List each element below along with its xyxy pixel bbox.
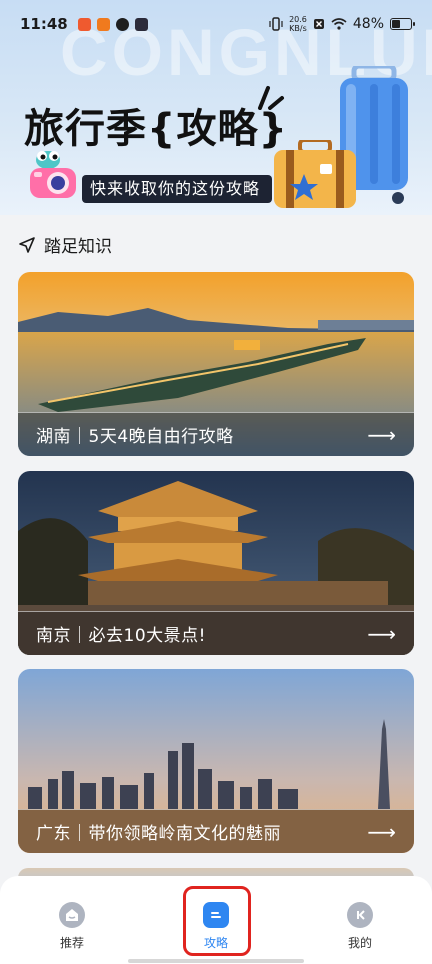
bottom-navigation: 推荐 攻略 我的 bbox=[0, 876, 432, 964]
nav-item-profile[interactable]: 我的 bbox=[320, 902, 400, 951]
guide-card-nanjing[interactable]: 南京｜必去10大景点! ⟶ bbox=[18, 471, 414, 655]
home-smile-icon bbox=[59, 902, 85, 928]
battery-icon bbox=[390, 18, 415, 30]
app-notification-icon bbox=[115, 17, 129, 31]
home-indicator[interactable] bbox=[128, 959, 304, 963]
navigation-arrow-icon bbox=[19, 236, 35, 253]
section-title: 踏足知识 bbox=[44, 237, 112, 257]
camera-mascot-illustration bbox=[30, 151, 76, 198]
status-right: 20.6 KB/s 48% bbox=[269, 15, 415, 33]
profile-icon bbox=[347, 902, 373, 928]
app-notification-icon bbox=[96, 17, 110, 31]
app-notification-icon bbox=[77, 17, 91, 31]
sim-off-icon bbox=[313, 19, 324, 29]
nav-label: 攻略 bbox=[203, 936, 228, 950]
banner-title-right-brace: } bbox=[258, 106, 288, 152]
banner-title-highlight: 攻略 bbox=[176, 106, 259, 152]
nav-item-guide[interactable]: 攻略 bbox=[176, 902, 256, 951]
play-store-icon bbox=[134, 17, 148, 31]
card-caption: 南京｜必去10大景点! ⟶ bbox=[18, 611, 414, 655]
card-arrow-icon[interactable]: ⟶ bbox=[367, 820, 396, 844]
card-title: 湖南｜5天4晚自由行攻略 bbox=[36, 427, 234, 447]
banner-title-left-brace: { bbox=[147, 106, 177, 152]
status-time: 11:48 bbox=[20, 15, 68, 33]
network-speed: 20.6 KB/s bbox=[289, 15, 307, 33]
nav-label: 我的 bbox=[347, 936, 372, 950]
network-speed-value: 20.6 bbox=[289, 15, 307, 24]
vibrate-icon bbox=[269, 17, 283, 31]
card-title: 南京｜必去10大景点! bbox=[36, 626, 206, 646]
network-speed-unit: KB/s bbox=[289, 24, 307, 33]
status-bar: 11:48 20.6 KB/s 48% bbox=[0, 0, 432, 48]
card-caption: 湖南｜5天4晚自由行攻略 ⟶ bbox=[18, 412, 414, 456]
banner-subtitle: 快来收取你的这份攻略 bbox=[82, 175, 273, 203]
card-caption: 广东｜带你领略岭南文化的魅丽 ⟶ bbox=[18, 809, 414, 853]
section-header: 踏足知识 bbox=[18, 232, 112, 257]
guide-card-hunan[interactable]: 湖南｜5天4晚自由行攻略 ⟶ bbox=[18, 272, 414, 456]
card-arrow-icon[interactable]: ⟶ bbox=[367, 622, 396, 646]
guide-book-icon bbox=[203, 902, 229, 928]
card-arrow-icon[interactable]: ⟶ bbox=[367, 423, 396, 447]
guide-card-guangdong[interactable]: 广东｜带你领略岭南文化的魅丽 ⟶ bbox=[18, 669, 414, 853]
card-title: 广东｜带你领略岭南文化的魅丽 bbox=[36, 824, 281, 844]
nav-item-recommend[interactable]: 推荐 bbox=[32, 902, 112, 951]
battery-level bbox=[392, 20, 401, 28]
wifi-icon bbox=[331, 18, 347, 30]
battery-percent: 48% bbox=[352, 16, 384, 32]
status-left: 11:48 bbox=[20, 15, 148, 33]
nav-label: 推荐 bbox=[59, 936, 84, 950]
